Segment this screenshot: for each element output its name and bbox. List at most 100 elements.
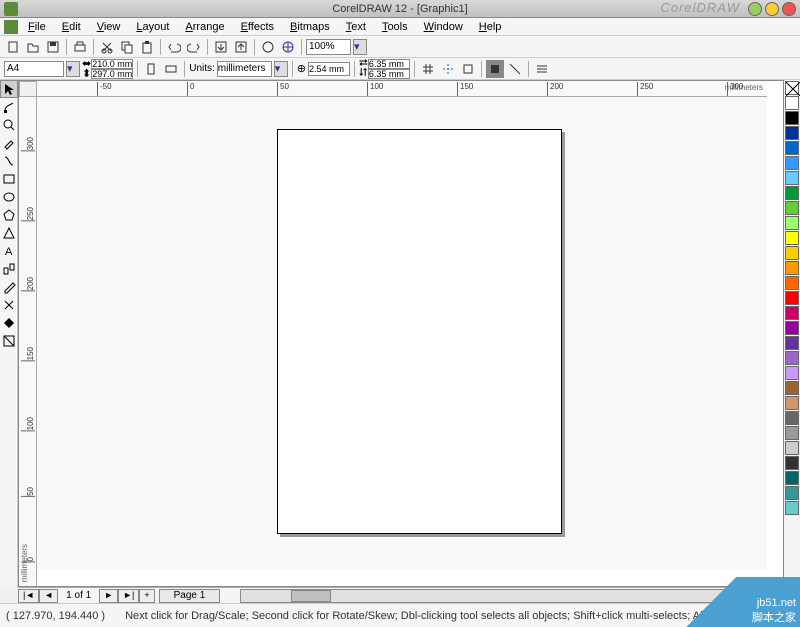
interactive-fill-tool[interactable] <box>0 332 18 350</box>
color-swatch[interactable] <box>785 171 799 185</box>
polygon-tool[interactable] <box>0 206 18 224</box>
fill-tool[interactable] <box>0 314 18 332</box>
nudge-field[interactable] <box>308 62 350 76</box>
maximize-button[interactable] <box>765 2 779 16</box>
redo-button[interactable] <box>185 38 203 56</box>
menu-edit[interactable]: Edit <box>54 21 89 33</box>
no-color-swatch[interactable] <box>785 81 799 95</box>
page-tab[interactable]: Page 1 <box>159 589 221 603</box>
smart-draw-tool[interactable] <box>0 152 18 170</box>
pick-tool[interactable] <box>0 80 18 98</box>
color-swatch[interactable] <box>785 216 799 230</box>
outline-tool[interactable] <box>0 296 18 314</box>
treat-as-filled-button[interactable] <box>486 60 504 78</box>
color-swatch[interactable] <box>785 471 799 485</box>
color-swatch[interactable] <box>785 381 799 395</box>
add-page-button[interactable]: + <box>139 589 154 603</box>
import-button[interactable] <box>212 38 230 56</box>
snap-to-grid-button[interactable] <box>419 60 437 78</box>
zoom-tool[interactable] <box>0 116 18 134</box>
close-button[interactable] <box>782 2 796 16</box>
menu-window[interactable]: Window <box>416 21 471 33</box>
color-swatch[interactable] <box>785 426 799 440</box>
copy-button[interactable] <box>118 38 136 56</box>
color-swatch[interactable] <box>785 276 799 290</box>
snap-to-guidelines-button[interactable] <box>439 60 457 78</box>
undo-button[interactable] <box>165 38 183 56</box>
cut-button[interactable] <box>98 38 116 56</box>
color-swatch[interactable] <box>785 291 799 305</box>
units-combo[interactable] <box>217 61 272 77</box>
print-button[interactable] <box>71 38 89 56</box>
horizontal-ruler[interactable]: -50 0 50 100 150 200 250 300 millimeters <box>37 81 767 97</box>
menu-tools[interactable]: Tools <box>374 21 416 33</box>
zoom-spinner[interactable]: ▾ <box>353 39 367 55</box>
menu-file[interactable]: File <box>20 21 54 33</box>
scroll-thumb[interactable] <box>291 590 331 602</box>
first-page-button[interactable]: |◄ <box>18 589 39 603</box>
dup-x-field[interactable] <box>368 59 410 69</box>
landscape-button[interactable] <box>162 60 180 78</box>
color-swatch[interactable] <box>785 411 799 425</box>
ellipse-tool[interactable] <box>0 188 18 206</box>
color-swatch[interactable] <box>785 306 799 320</box>
next-page-button[interactable]: ► <box>99 589 118 603</box>
menu-effects[interactable]: Effects <box>233 21 282 33</box>
color-swatch[interactable] <box>785 111 799 125</box>
last-page-button[interactable]: ►| <box>118 589 139 603</box>
color-swatch[interactable] <box>785 231 799 245</box>
color-swatch[interactable] <box>785 501 799 515</box>
dynamic-guides-button[interactable] <box>506 60 524 78</box>
new-button[interactable] <box>4 38 22 56</box>
color-swatch[interactable] <box>785 201 799 215</box>
color-swatch[interactable] <box>785 351 799 365</box>
paper-height-field[interactable] <box>91 69 133 79</box>
color-swatch[interactable] <box>785 336 799 350</box>
color-swatch[interactable] <box>785 96 799 110</box>
snap-to-objects-button[interactable] <box>459 60 477 78</box>
text-tool[interactable]: A <box>0 242 18 260</box>
menu-arrange[interactable]: Arrange <box>177 21 232 33</box>
portrait-button[interactable] <box>142 60 160 78</box>
shape-tool[interactable] <box>0 98 18 116</box>
color-swatch[interactable] <box>785 186 799 200</box>
freehand-tool[interactable] <box>0 134 18 152</box>
color-swatch[interactable] <box>785 366 799 380</box>
menu-help[interactable]: Help <box>471 21 510 33</box>
prev-page-button[interactable]: ◄ <box>39 589 58 603</box>
units-dropdown[interactable]: ▾ <box>274 61 288 77</box>
menu-text[interactable]: Text <box>338 21 374 33</box>
color-swatch[interactable] <box>785 486 799 500</box>
corel-online-button[interactable] <box>279 38 297 56</box>
paste-button[interactable] <box>138 38 156 56</box>
open-button[interactable] <box>24 38 42 56</box>
eyedropper-tool[interactable] <box>0 278 18 296</box>
color-swatch[interactable] <box>785 321 799 335</box>
canvas[interactable] <box>37 97 767 570</box>
color-swatch[interactable] <box>785 141 799 155</box>
vertical-ruler[interactable]: 300 250 200 150 100 50 0 millimeters <box>19 97 37 586</box>
color-swatch[interactable] <box>785 156 799 170</box>
dup-y-field[interactable] <box>368 69 410 79</box>
zoom-field[interactable] <box>306 39 351 55</box>
menu-view[interactable]: View <box>89 21 129 33</box>
color-swatch[interactable] <box>785 261 799 275</box>
rectangle-tool[interactable] <box>0 170 18 188</box>
ruler-origin[interactable] <box>19 81 37 97</box>
menu-bitmaps[interactable]: Bitmaps <box>282 21 338 33</box>
paper-width-field[interactable] <box>91 59 133 69</box>
color-swatch[interactable] <box>785 246 799 260</box>
menu-layout[interactable]: Layout <box>128 21 177 33</box>
color-swatch[interactable] <box>785 396 799 410</box>
app-launcher-button[interactable] <box>259 38 277 56</box>
color-swatch[interactable] <box>785 126 799 140</box>
paper-dropdown[interactable]: ▾ <box>66 61 80 77</box>
interactive-blend-tool[interactable] <box>0 260 18 278</box>
paper-size-combo[interactable] <box>4 61 64 77</box>
basic-shapes-tool[interactable] <box>0 224 18 242</box>
color-swatch[interactable] <box>785 456 799 470</box>
color-swatch[interactable] <box>785 441 799 455</box>
options-button[interactable] <box>533 60 551 78</box>
minimize-button[interactable] <box>748 2 762 16</box>
export-button[interactable] <box>232 38 250 56</box>
